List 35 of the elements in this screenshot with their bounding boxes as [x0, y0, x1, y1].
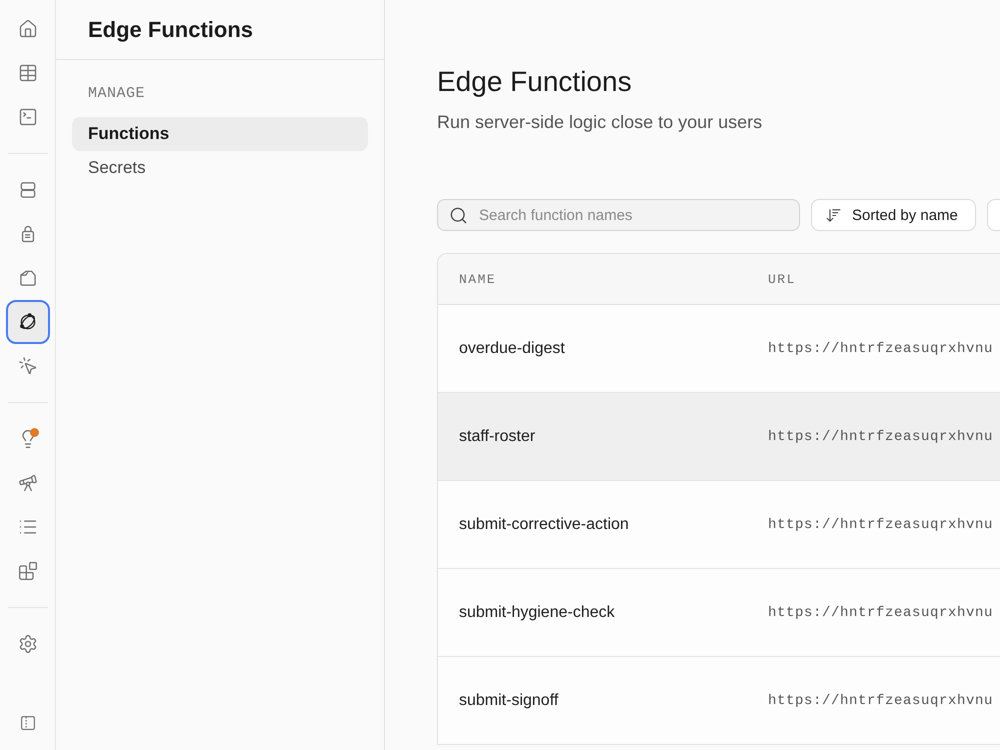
page-subtitle: Run server-side logic close to your users — [437, 111, 764, 134]
function-name: submit-hygiene-check — [458, 604, 616, 622]
blocks-icon — [18, 561, 38, 581]
function-url: https://hntrfzeasuqrxhvnu — [768, 604, 994, 620]
function-name: staff-roster — [458, 428, 536, 446]
search-icon — [449, 206, 468, 225]
sidebar-item[interactable]: Secrets — [72, 151, 368, 185]
section-heading: MANAGE — [87, 84, 146, 104]
sort-button[interactable]: Sorted by name — [811, 199, 976, 231]
function-url: https://hntrfzeasuqrxhvnu — [768, 340, 994, 356]
cursor-click-icon — [18, 356, 38, 376]
function-name: overdue-digest — [458, 340, 566, 358]
telescope-icon — [18, 473, 38, 493]
function-name: submit-signoff — [458, 692, 560, 710]
folder-icon — [18, 268, 38, 288]
function-url: https://hntrfzeasuqrxhvnu — [768, 516, 994, 532]
orbit-icon — [18, 312, 38, 332]
sort-icon — [825, 206, 842, 224]
terminal-icon — [18, 107, 38, 127]
table-row[interactable]: staff-roster https://hntrfzeasuqrxhvnu — [438, 393, 1000, 481]
function-url: https://hntrfzeasuqrxhvnu — [768, 692, 994, 708]
page-title: Edge Functions — [437, 65, 633, 99]
settings-icon — [18, 634, 38, 654]
panel-icon — [18, 714, 36, 732]
nav-button[interactable] — [6, 300, 50, 344]
search-field[interactable]: Search function names — [437, 199, 800, 231]
column-header: NAME — [458, 272, 498, 286]
table-icon — [18, 63, 38, 83]
stack-icon — [18, 180, 38, 200]
home-icon — [18, 19, 38, 39]
sidebar-item[interactable]: Functions — [72, 117, 368, 151]
sidebar-title: Edge Functions — [88, 16, 253, 42]
function-url: https://hntrfzeasuqrxhvnu — [768, 428, 994, 444]
column-header: URL — [768, 272, 796, 286]
function-name: submit-corrective-action — [458, 516, 630, 534]
